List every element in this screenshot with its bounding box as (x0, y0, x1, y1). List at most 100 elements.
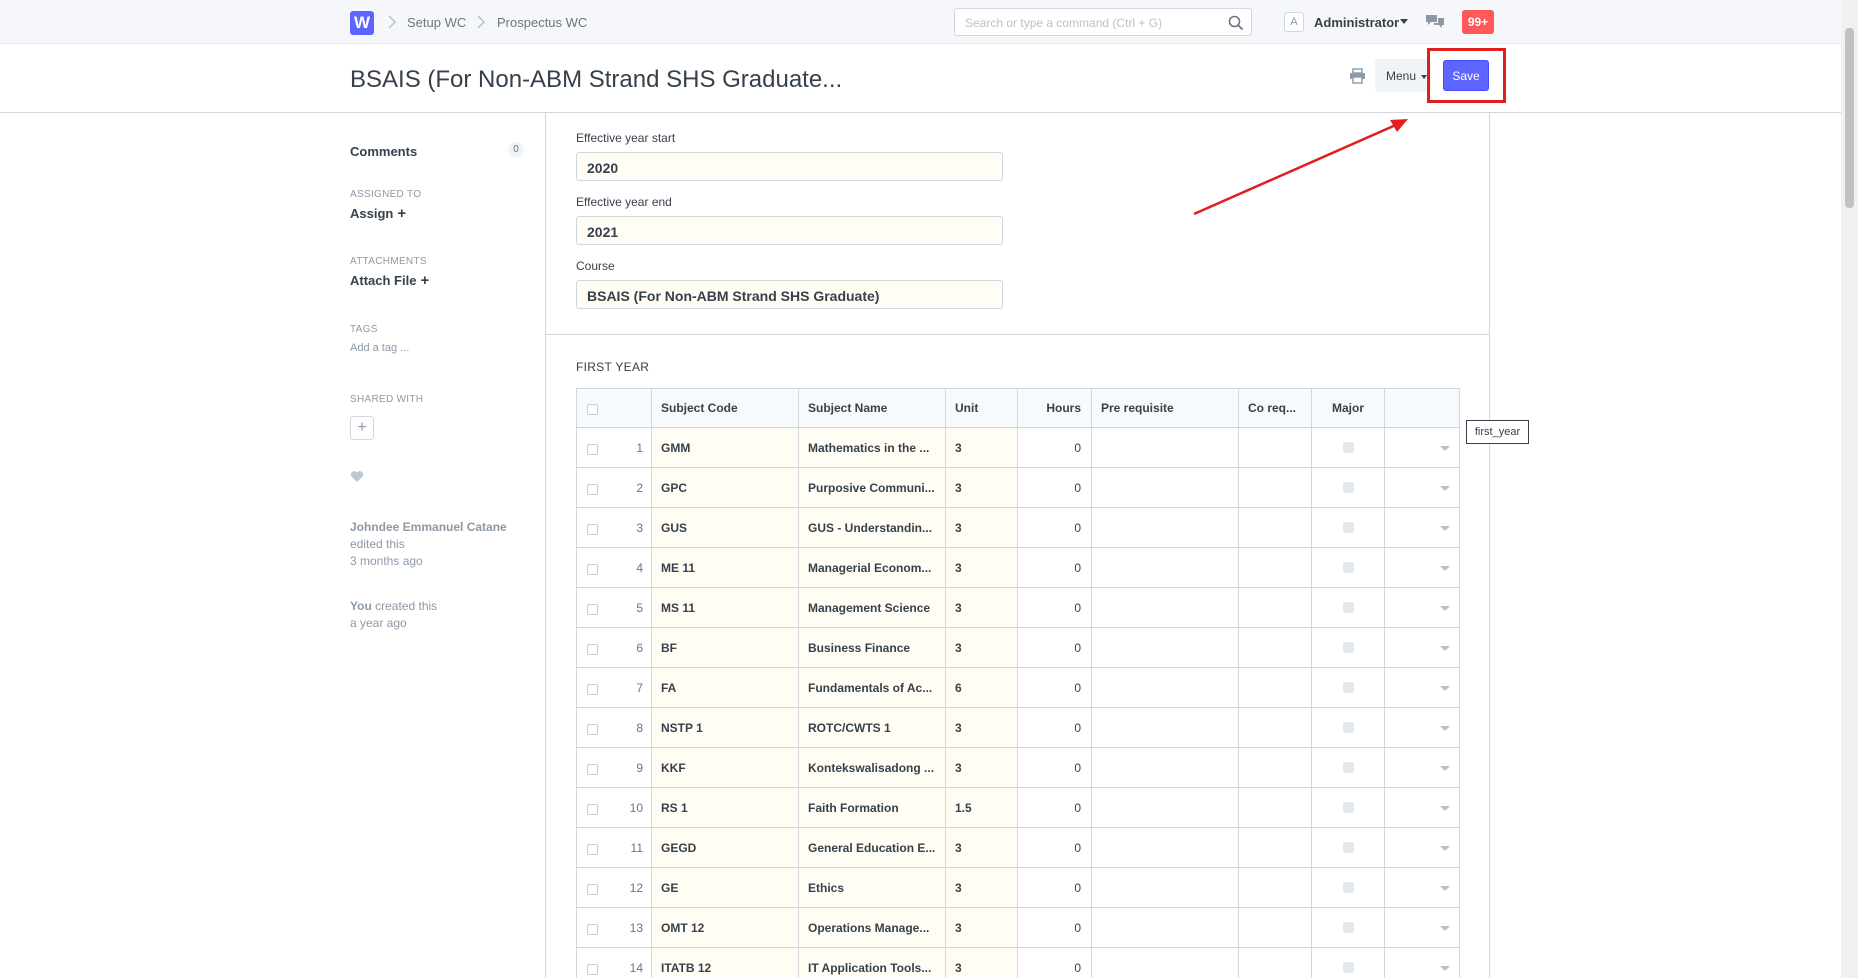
chevron-down-icon[interactable] (1440, 766, 1450, 771)
unit-cell[interactable]: 3 (946, 748, 1018, 787)
co-requisite-cell[interactable] (1239, 708, 1312, 747)
page-scrollbar[interactable] (1841, 0, 1858, 978)
heart-icon[interactable] (350, 470, 364, 483)
subject-name-cell[interactable]: Ethics (799, 868, 946, 907)
search-icon[interactable] (1227, 14, 1245, 32)
unit-cell[interactable]: 3 (946, 828, 1018, 867)
hours-cell[interactable]: 0 (1018, 548, 1092, 587)
pre-requisite-cell[interactable] (1092, 588, 1239, 627)
row-checkbox[interactable] (587, 964, 598, 975)
table-row[interactable]: 2 GPC Purposive Communi... 3 0 (577, 468, 1459, 508)
avatar[interactable]: A (1284, 12, 1304, 32)
hours-cell[interactable]: 0 (1018, 428, 1092, 467)
row-checkbox[interactable] (587, 924, 598, 935)
subject-code-cell[interactable]: GMM (652, 428, 799, 467)
major-checkbox[interactable] (1342, 522, 1354, 534)
row-checkbox[interactable] (587, 444, 598, 455)
subject-code-cell[interactable]: KKF (652, 748, 799, 787)
chevron-down-icon[interactable] (1440, 646, 1450, 651)
pre-requisite-cell[interactable] (1092, 748, 1239, 787)
row-checkbox[interactable] (587, 884, 598, 895)
subject-name-cell[interactable]: IT Application Tools... (799, 948, 946, 978)
hours-cell[interactable]: 0 (1018, 588, 1092, 627)
table-row[interactable]: 7 FA Fundamentals of Ac... 6 0 (577, 668, 1459, 708)
search-input[interactable]: Search or type a command (Ctrl + G) (954, 8, 1252, 36)
chevron-down-icon[interactable] (1440, 846, 1450, 851)
subject-code-cell[interactable]: NSTP 1 (652, 708, 799, 747)
pre-requisite-cell[interactable] (1092, 468, 1239, 507)
unit-cell[interactable]: 3 (946, 428, 1018, 467)
table-row[interactable]: 13 OMT 12 Operations Manage... 3 0 (577, 908, 1459, 948)
co-requisite-cell[interactable] (1239, 668, 1312, 707)
pre-requisite-cell[interactable] (1092, 868, 1239, 907)
subject-name-cell[interactable]: Business Finance (799, 628, 946, 667)
breadcrumb-prospectus-wc[interactable]: Prospectus WC (497, 15, 587, 30)
pre-requisite-cell[interactable] (1092, 428, 1239, 467)
unit-cell[interactable]: 3 (946, 548, 1018, 587)
major-checkbox[interactable] (1342, 642, 1354, 654)
hours-cell[interactable]: 0 (1018, 948, 1092, 978)
select-all-checkbox[interactable] (587, 404, 598, 415)
unit-cell[interactable]: 3 (946, 908, 1018, 947)
co-requisite-cell[interactable] (1239, 548, 1312, 587)
subject-code-cell[interactable]: MS 11 (652, 588, 799, 627)
unit-cell[interactable]: 3 (946, 508, 1018, 547)
pre-requisite-cell[interactable] (1092, 708, 1239, 747)
chevron-down-icon[interactable] (1440, 606, 1450, 611)
co-requisite-cell[interactable] (1239, 828, 1312, 867)
co-requisite-cell[interactable] (1239, 508, 1312, 547)
pre-requisite-cell[interactable] (1092, 508, 1239, 547)
row-checkbox[interactable] (587, 844, 598, 855)
hours-cell[interactable]: 0 (1018, 748, 1092, 787)
subject-name-cell[interactable]: Operations Manage... (799, 908, 946, 947)
pre-requisite-cell[interactable] (1092, 908, 1239, 947)
print-icon[interactable] (1349, 68, 1366, 84)
row-checkbox[interactable] (587, 804, 598, 815)
major-checkbox[interactable] (1342, 882, 1354, 894)
co-requisite-cell[interactable] (1239, 908, 1312, 947)
pre-requisite-cell[interactable] (1092, 948, 1239, 978)
unit-cell[interactable]: 3 (946, 708, 1018, 747)
pre-requisite-cell[interactable] (1092, 828, 1239, 867)
subject-name-cell[interactable]: Management Science (799, 588, 946, 627)
hours-cell[interactable]: 0 (1018, 788, 1092, 827)
chevron-down-icon[interactable] (1440, 806, 1450, 811)
major-checkbox[interactable] (1342, 562, 1354, 574)
app-logo[interactable]: W (350, 11, 374, 35)
major-checkbox[interactable] (1342, 442, 1354, 454)
hours-cell[interactable]: 0 (1018, 628, 1092, 667)
unit-cell[interactable]: 3 (946, 588, 1018, 627)
unit-cell[interactable]: 3 (946, 468, 1018, 507)
chevron-down-icon[interactable] (1440, 966, 1450, 971)
unit-cell[interactable]: 3 (946, 868, 1018, 907)
breadcrumb-setup-wc[interactable]: Setup WC (407, 15, 466, 30)
unit-cell[interactable]: 3 (946, 628, 1018, 667)
major-checkbox[interactable] (1342, 762, 1354, 774)
menu-button[interactable]: Menu (1375, 59, 1431, 92)
hours-cell[interactable]: 0 (1018, 708, 1092, 747)
unit-cell[interactable]: 1.5 (946, 788, 1018, 827)
table-row[interactable]: 12 GE Ethics 3 0 (577, 868, 1459, 908)
subject-code-cell[interactable]: GE (652, 868, 799, 907)
major-checkbox[interactable] (1342, 682, 1354, 694)
major-checkbox[interactable] (1342, 842, 1354, 854)
chevron-down-icon[interactable] (1440, 526, 1450, 531)
user-menu[interactable]: Administrator (1314, 15, 1399, 30)
subject-code-cell[interactable]: ITATB 12 (652, 948, 799, 978)
hours-cell[interactable]: 0 (1018, 668, 1092, 707)
co-requisite-cell[interactable] (1239, 788, 1312, 827)
co-requisite-cell[interactable] (1239, 748, 1312, 787)
subject-name-cell[interactable]: Mathematics in the ... (799, 428, 946, 467)
hours-cell[interactable]: 0 (1018, 508, 1092, 547)
pre-requisite-cell[interactable] (1092, 668, 1239, 707)
scrollbar-thumb[interactable] (1845, 28, 1854, 208)
subject-name-cell[interactable]: GUS - Understandin... (799, 508, 946, 547)
hours-cell[interactable]: 0 (1018, 828, 1092, 867)
course-field[interactable]: BSAIS (For Non-ABM Strand SHS Graduate) (576, 280, 1003, 309)
notifications-badge[interactable]: 99+ (1462, 10, 1494, 34)
share-add-button[interactable]: + (350, 416, 374, 440)
chevron-down-icon[interactable] (1400, 19, 1408, 24)
unit-cell[interactable]: 3 (946, 948, 1018, 978)
comments-link[interactable]: Comments (350, 144, 417, 159)
row-checkbox[interactable] (587, 564, 598, 575)
